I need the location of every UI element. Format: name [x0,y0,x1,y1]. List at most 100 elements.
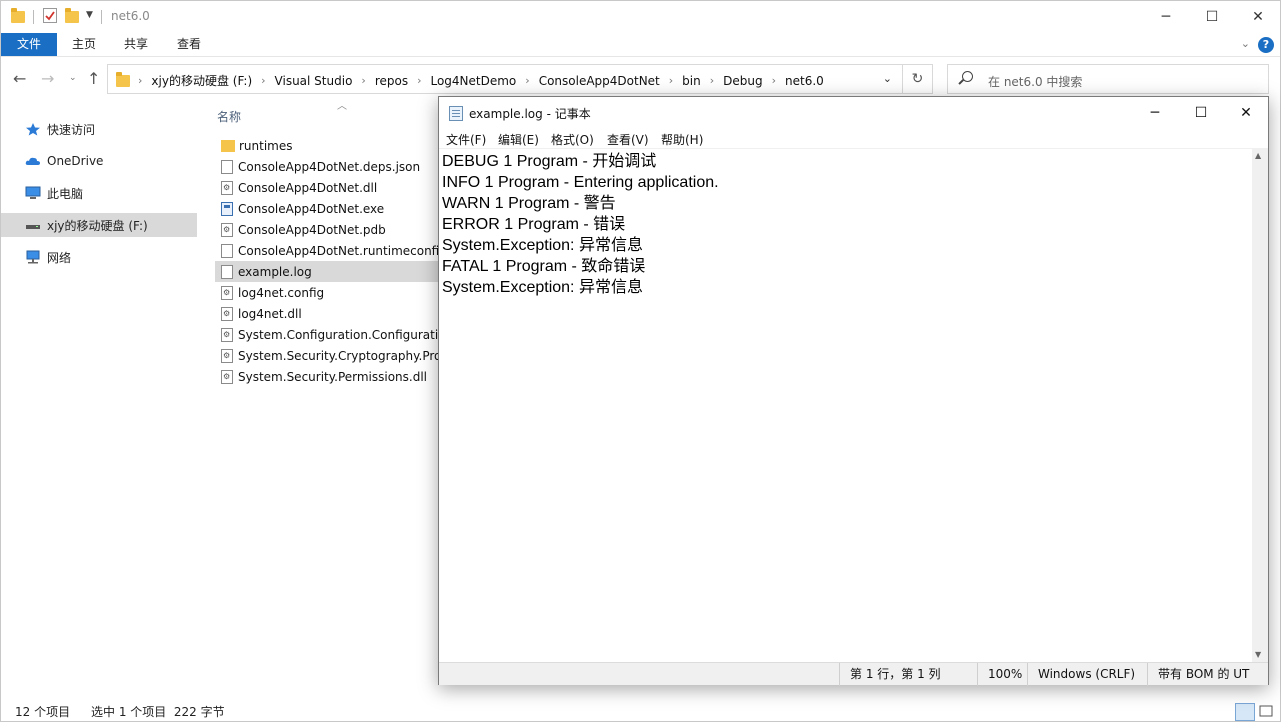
vertical-scrollbar[interactable]: ▲ ▼ [1252,148,1268,662]
json-file-icon [221,243,233,258]
chevron-right-icon[interactable]: › [417,74,421,87]
exe-file-icon [221,201,233,216]
selection-info: 选中 1 个项目 222 字节 [91,705,225,719]
list-item[interactable]: ConsoleApp4DotNet.exe [215,198,441,219]
column-header-name[interactable]: 名称 [217,108,241,125]
help-icon[interactable]: ? [1258,37,1274,53]
tab-file[interactable]: 文件 [1,33,57,56]
tab-share[interactable]: 共享 [110,33,162,56]
sidebar-item-drive-f[interactable]: xjy的移动硬盘 (F:) [1,213,197,237]
close-button[interactable]: ✕ [1223,97,1269,128]
menu-edit[interactable]: 编辑(E) [498,131,539,148]
text-line: System.Exception: 异常信息 [442,279,643,296]
back-icon[interactable]: ← [13,69,26,88]
file-name: System.Configuration.Configuration [238,327,441,342]
explorer-status-bar: 12 个项目 选中 1 个项目 222 字节 [1,699,1280,723]
search-input[interactable]: 在 net6.0 中搜索 [947,64,1269,94]
breadcrumb-item[interactable]: bin [682,74,701,88]
text-line: ERROR 1 Program - 错误 [442,216,626,233]
breadcrumb: › xjy的移动硬盘 (F:) › Visual Studio › repos … [138,72,824,89]
close-button[interactable]: ✕ [1235,1,1281,33]
sidebar-item-onedrive[interactable]: OneDrive [1,149,197,173]
sidebar-item-this-pc[interactable]: 此电脑 [1,181,197,205]
list-item[interactable]: System.Security.Permissions.dll [215,366,441,387]
menu-format[interactable]: 格式(O) [551,131,594,148]
folder-icon [11,8,25,23]
ribbon-tabs: 文件 主页 共享 查看 ⌄ ? [1,33,1280,57]
tab-home[interactable]: 主页 [58,33,110,56]
address-bar[interactable]: › xjy的移动硬盘 (F:) › Visual Studio › repos … [107,64,933,94]
text-line: DEBUG 1 Program - 开始调试 [442,153,657,170]
large-icons-view-icon[interactable] [1257,703,1277,721]
details-view-icon[interactable] [1235,703,1255,721]
expand-ribbon-icon[interactable]: ⌄ [1241,37,1250,50]
breadcrumb-item[interactable]: Log4NetDemo [430,74,516,88]
folder-icon [221,139,235,152]
list-item-selected[interactable]: example.log [215,261,441,282]
breadcrumb-item[interactable]: net6.0 [785,74,824,88]
file-name: log4net.config [238,285,325,300]
menu-view[interactable]: 查看(V) [607,131,649,148]
explorer-titlebar: ▼ net6.0 ─ ☐ ✕ [1,1,1280,33]
breadcrumb-item[interactable]: Debug [723,74,762,88]
list-item[interactable]: log4net.dll [215,303,441,324]
file-name: System.Security.Permissions.dll [238,369,428,384]
text-line: System.Exception: 异常信息 [442,237,643,254]
breadcrumb-item[interactable]: ConsoleApp4DotNet [539,74,660,88]
scroll-down-icon[interactable]: ▼ [1255,650,1261,659]
file-name: ConsoleApp4DotNet.exe [238,201,385,216]
sidebar-item-label: xjy的移动硬盘 (F:) [47,218,148,233]
tab-view[interactable]: 查看 [163,33,215,56]
chevron-right-icon[interactable]: › [261,74,265,87]
maximize-button[interactable]: ☐ [1189,1,1235,33]
list-item[interactable]: System.Configuration.Configuration [215,324,441,345]
chevron-right-icon[interactable]: › [669,74,673,87]
minimize-button[interactable]: ─ [1132,97,1178,128]
sidebar-item-label: 网络 [47,250,72,265]
minimize-button[interactable]: ─ [1143,1,1189,33]
properties-icon[interactable] [43,8,57,23]
list-item[interactable]: runtimes [215,135,441,156]
sidebar-item-label: 此电脑 [47,186,84,201]
sidebar-item-network[interactable]: 网络 [1,245,197,269]
forward-icon[interactable]: → [41,69,54,88]
notepad-titlebar: example.log - 记事本 ─ ☐ ✕ [439,97,1268,128]
refresh-icon[interactable]: ↻ [902,65,932,93]
chevron-right-icon[interactable]: › [361,74,365,87]
chevron-right-icon[interactable]: › [772,74,776,87]
chevron-right-icon[interactable]: › [525,74,529,87]
up-icon[interactable]: ↑ [87,69,100,88]
customize-toolbar-icon[interactable]: ▼ [86,10,93,20]
chevron-right-icon: › [138,74,143,87]
search-icon [962,71,973,82]
maximize-button[interactable]: ☐ [1178,97,1224,128]
notepad-icon [449,106,463,121]
list-item[interactable]: ConsoleApp4DotNet.runtimeconfig [215,240,441,261]
scroll-up-icon[interactable]: ▲ [1255,151,1261,160]
file-name: runtimes [239,138,293,153]
menu-file[interactable]: 文件(F) [446,131,486,148]
menu-help[interactable]: 帮助(H) [661,131,703,148]
breadcrumb-item[interactable]: Visual Studio [275,74,353,88]
sidebar-item-quick-access[interactable]: 快速访问 [1,117,197,141]
breadcrumb-item[interactable]: xjy的移动硬盘 (F:) [151,72,252,89]
list-item[interactable]: ConsoleApp4DotNet.dll [215,177,441,198]
list-item[interactable]: log4net.config [215,282,441,303]
breadcrumb-item[interactable]: repos [375,74,408,88]
recent-locations-icon[interactable]: ⌄ [69,73,77,83]
list-item[interactable]: ConsoleApp4DotNet.pdb [215,219,441,240]
config-file-icon [221,285,233,300]
new-folder-icon[interactable] [65,8,79,23]
list-item[interactable]: ConsoleApp4DotNet.deps.json [215,156,441,177]
list-item[interactable]: System.Security.Cryptography.Prote [215,345,441,366]
search-placeholder: 在 net6.0 中搜索 [988,75,1083,89]
pdb-file-icon [221,222,233,237]
zoom-level: 100% [977,663,1027,686]
chevron-down-icon[interactable]: ⌄ [883,72,892,85]
chevron-right-icon[interactable]: › [710,74,714,87]
folder-icon [116,72,130,87]
file-list: ︿ 名称 runtimes ConsoleApp4DotNet.deps.jso… [201,97,441,697]
encoding: 带有 BOM 的 UT [1147,663,1269,686]
text-line: FATAL 1 Program - 致命错误 [442,258,646,275]
text-editor[interactable]: DEBUG 1 Program - 开始调试 INFO 1 Program - … [439,148,1253,662]
